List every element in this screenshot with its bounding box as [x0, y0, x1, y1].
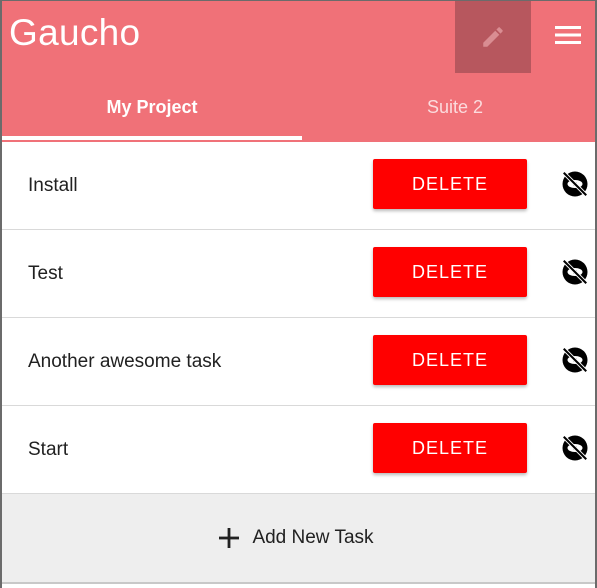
app-window: Gaucho My Project Suite 2 Install DELETE: [0, 0, 597, 588]
task-name: Start: [28, 438, 69, 460]
add-new-task-label: Add New Task: [252, 527, 374, 548]
tab-my-project[interactable]: My Project: [2, 73, 302, 142]
visibility-off-icon[interactable]: [560, 257, 590, 287]
add-new-task-content: Add New Task: [218, 527, 374, 549]
visibility-off-icon[interactable]: [560, 433, 590, 463]
delete-task-button[interactable]: DELETE: [373, 159, 527, 209]
delete-task-button[interactable]: DELETE: [373, 423, 527, 473]
task-name: Test: [28, 262, 63, 284]
add-new-task-button[interactable]: Add New Task: [2, 494, 595, 584]
tab-suite-2[interactable]: Suite 2: [304, 73, 597, 142]
menu-button[interactable]: [542, 9, 594, 61]
task-row: Another awesome task DELETE: [2, 318, 595, 406]
delete-task-button[interactable]: DELETE: [373, 247, 527, 297]
task-row: Start DELETE: [2, 406, 595, 494]
task-list: Install DELETE Test DELETE Another aweso…: [2, 142, 595, 494]
project-tabs: My Project Suite 2: [2, 73, 595, 142]
hamburger-menu-icon: [555, 26, 581, 44]
active-tab-indicator: [2, 136, 302, 140]
pencil-icon: [483, 27, 503, 47]
task-row: Install DELETE: [2, 142, 595, 230]
visibility-off-icon[interactable]: [560, 345, 590, 375]
task-row: Test DELETE: [2, 230, 595, 318]
delete-task-button[interactable]: DELETE: [373, 335, 527, 385]
visibility-off-icon[interactable]: [560, 169, 590, 199]
task-name: Install: [28, 174, 78, 196]
plus-icon: [219, 528, 240, 548]
app-title: Gaucho: [9, 12, 141, 53]
app-bar: Gaucho My Project Suite 2: [2, 1, 595, 142]
task-name: Another awesome task: [28, 350, 222, 372]
edit-button[interactable]: [455, 1, 531, 73]
